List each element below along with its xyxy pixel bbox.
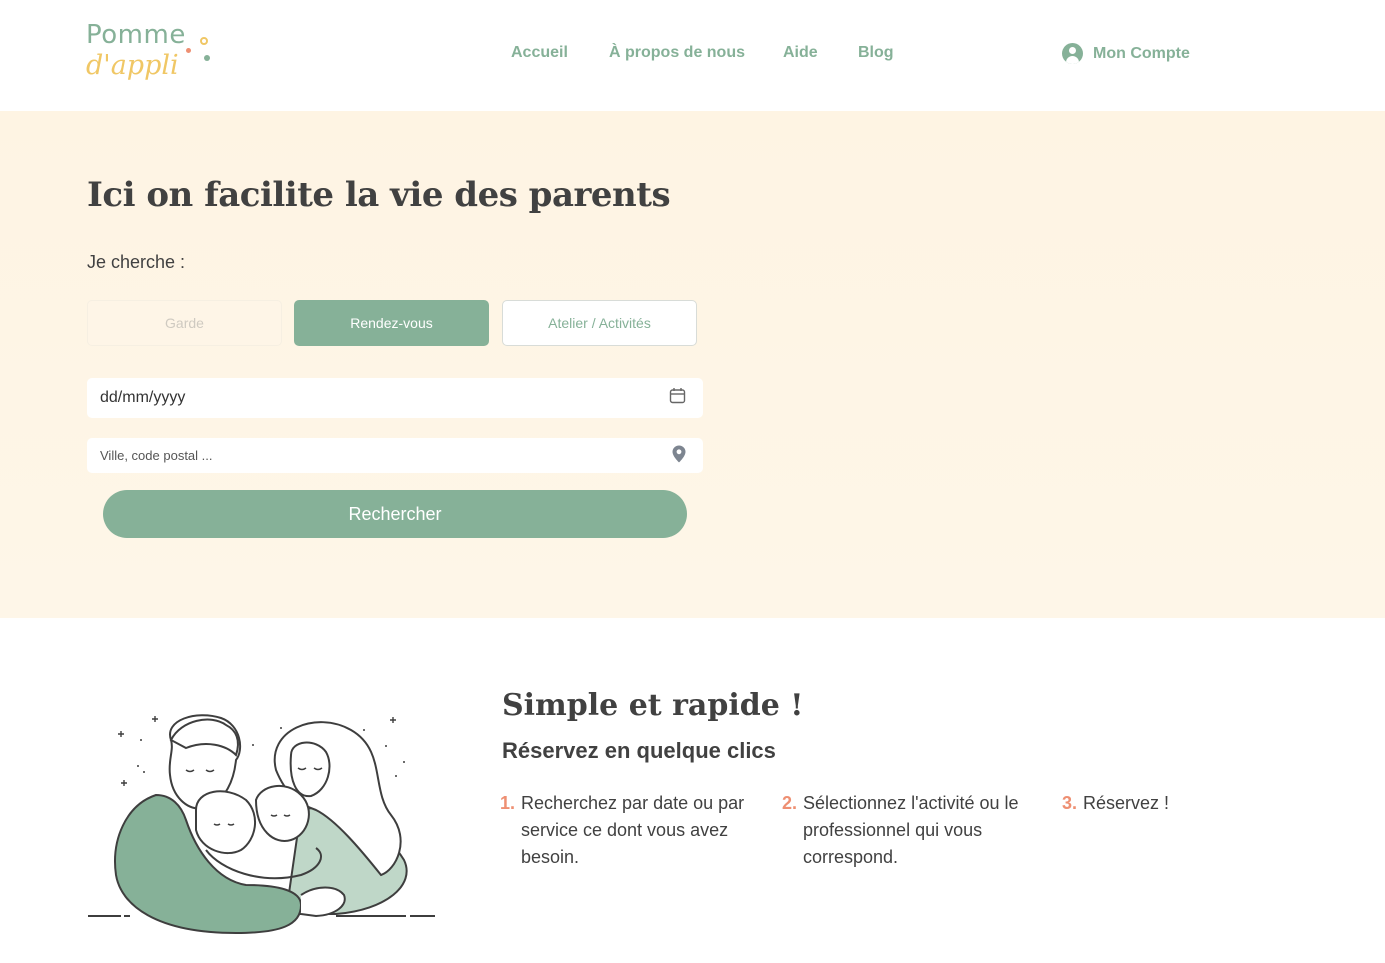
logo-dot xyxy=(186,48,191,53)
logo-dot xyxy=(200,37,208,45)
segment-garde[interactable]: Garde xyxy=(87,300,282,346)
step-number: 2. xyxy=(782,793,798,813)
step-number: 3. xyxy=(1062,793,1078,813)
logo[interactable]: Pomme d'appli xyxy=(86,20,216,90)
section-title: Simple et rapide ! xyxy=(502,688,804,723)
search-button[interactable]: Rechercher xyxy=(103,490,687,538)
step-text: Sélectionnez l'activité ou le profession… xyxy=(803,793,1019,867)
logo-dot xyxy=(204,55,210,61)
logo-text-top: Pomme xyxy=(86,20,186,50)
step-number: 1. xyxy=(500,793,516,813)
nav-blog[interactable]: Blog xyxy=(858,44,894,62)
site-header: Pomme d'appli Accueil À propos de nous A… xyxy=(0,0,1385,111)
location-input[interactable] xyxy=(100,448,640,463)
hero-section: Ici on facilite la vie des parents Je ch… xyxy=(0,111,1385,618)
account-link[interactable]: Mon Compte xyxy=(1062,43,1190,64)
date-field[interactable]: dd/mm/yyyy xyxy=(87,378,703,418)
section-subtitle: Réservez en quelque clics xyxy=(502,738,776,763)
step-2: 2. Sélectionnez l'activité ou le profess… xyxy=(782,790,1047,871)
search-label: Je cherche : xyxy=(87,252,186,272)
nav-a-propos[interactable]: À propos de nous xyxy=(609,44,745,62)
step-1: 1. Recherchez par date ou par service ce… xyxy=(500,790,765,871)
map-pin-icon xyxy=(672,445,686,467)
date-field-value: dd/mm/yyyy xyxy=(100,389,186,406)
user-circle-icon xyxy=(1062,43,1083,64)
segment-rendez-vous[interactable]: Rendez-vous xyxy=(294,300,489,346)
family-hug-illustration xyxy=(86,700,438,940)
segment-atelier-activites[interactable]: Atelier / Activités xyxy=(502,300,697,346)
logo-text-bottom: d'appli xyxy=(86,50,179,81)
hero-title: Ici on facilite la vie des parents xyxy=(87,175,671,215)
step-text: Recherchez par date ou par service ce do… xyxy=(521,793,745,867)
account-label: Mon Compte xyxy=(1093,44,1190,62)
nav-aide[interactable]: Aide xyxy=(783,44,818,62)
location-field[interactable] xyxy=(87,438,703,473)
step-3: 3. Réservez ! xyxy=(1062,790,1262,817)
step-text: Réservez ! xyxy=(1083,793,1170,813)
calendar-icon[interactable] xyxy=(669,387,686,409)
nav-accueil[interactable]: Accueil xyxy=(511,44,568,62)
